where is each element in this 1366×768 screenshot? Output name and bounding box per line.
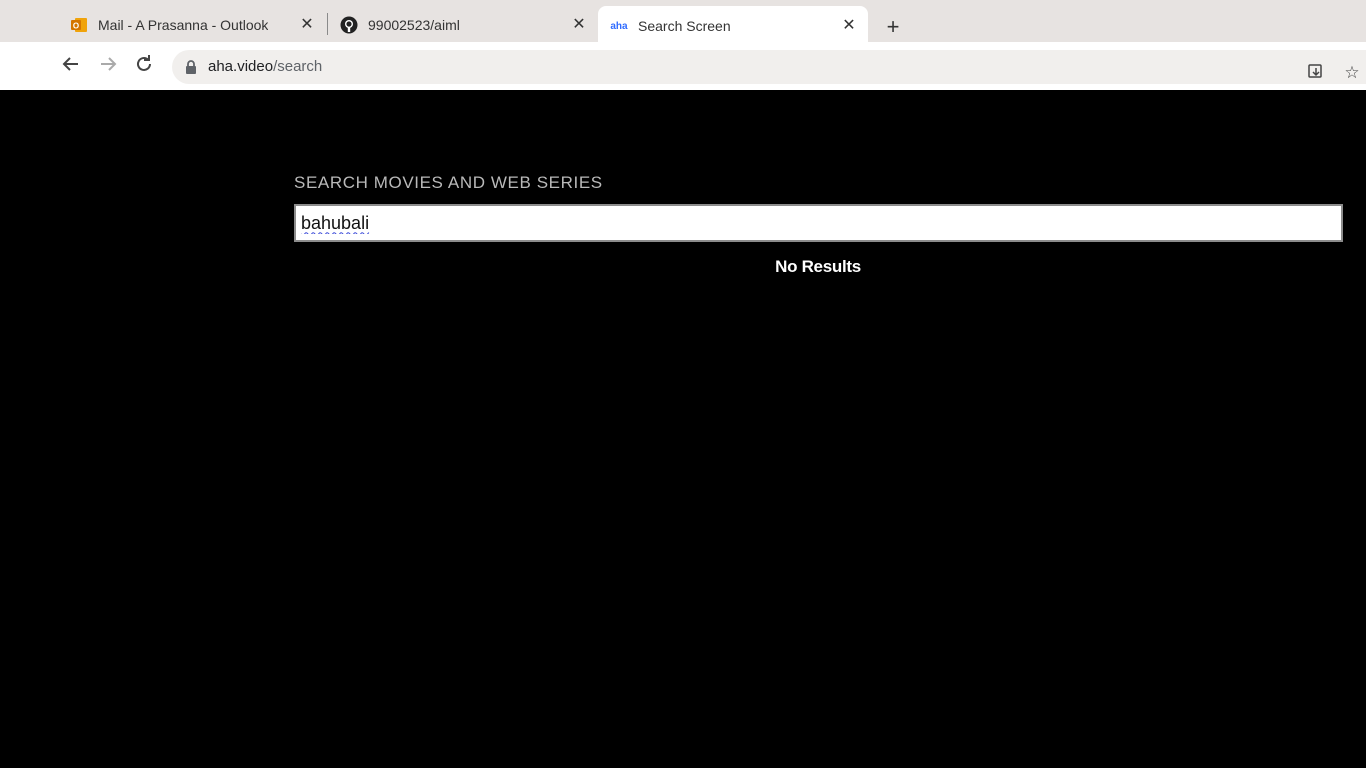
tab-search-screen[interactable]: aha Search Screen ✕ bbox=[598, 6, 868, 46]
search-box[interactable] bbox=[294, 204, 1343, 242]
close-icon[interactable]: ✕ bbox=[570, 16, 588, 34]
search-label: SEARCH MOVIES AND WEB SERIES bbox=[294, 173, 603, 192]
lock-icon[interactable] bbox=[184, 59, 198, 75]
install-app-icon[interactable] bbox=[1306, 63, 1326, 83]
no-results-message: No Results bbox=[775, 257, 861, 276]
tab-strip: O Mail - A Prasanna - Outlook ✕ 99002523… bbox=[0, 0, 1366, 46]
tab-github[interactable]: 99002523/aiml ✕ bbox=[330, 8, 598, 42]
tab-outlook[interactable]: O Mail - A Prasanna - Outlook ✕ bbox=[60, 8, 326, 42]
address-bar[interactable]: aha.video/search bbox=[172, 50, 1366, 84]
browser-toolbar: aha.video/search ☆ bbox=[0, 42, 1366, 90]
forward-icon[interactable] bbox=[96, 52, 120, 76]
page-content: SEARCH MOVIES AND WEB SERIES No Results bbox=[0, 90, 1366, 768]
outlook-icon: O bbox=[70, 16, 88, 34]
tab-title: Search Screen bbox=[638, 18, 731, 34]
search-input[interactable] bbox=[301, 209, 1331, 237]
aha-icon: aha bbox=[610, 20, 628, 32]
tab-separator bbox=[327, 13, 328, 35]
close-icon[interactable]: ✕ bbox=[298, 16, 316, 34]
url-domain: aha.video bbox=[208, 58, 274, 75]
reload-icon[interactable] bbox=[132, 52, 156, 76]
tab-title: Mail - A Prasanna - Outlook bbox=[98, 17, 269, 33]
github-icon bbox=[340, 16, 358, 34]
url-text: aha.video/search bbox=[208, 58, 322, 75]
new-tab-button[interactable]: + bbox=[880, 14, 906, 40]
bookmark-star-icon[interactable]: ☆ bbox=[1342, 63, 1362, 83]
back-icon[interactable] bbox=[59, 52, 83, 76]
close-icon[interactable]: ✕ bbox=[840, 17, 858, 35]
tab-title: 99002523/aiml bbox=[368, 17, 460, 33]
svg-text:O: O bbox=[73, 22, 79, 31]
url-path: /search bbox=[273, 58, 323, 75]
